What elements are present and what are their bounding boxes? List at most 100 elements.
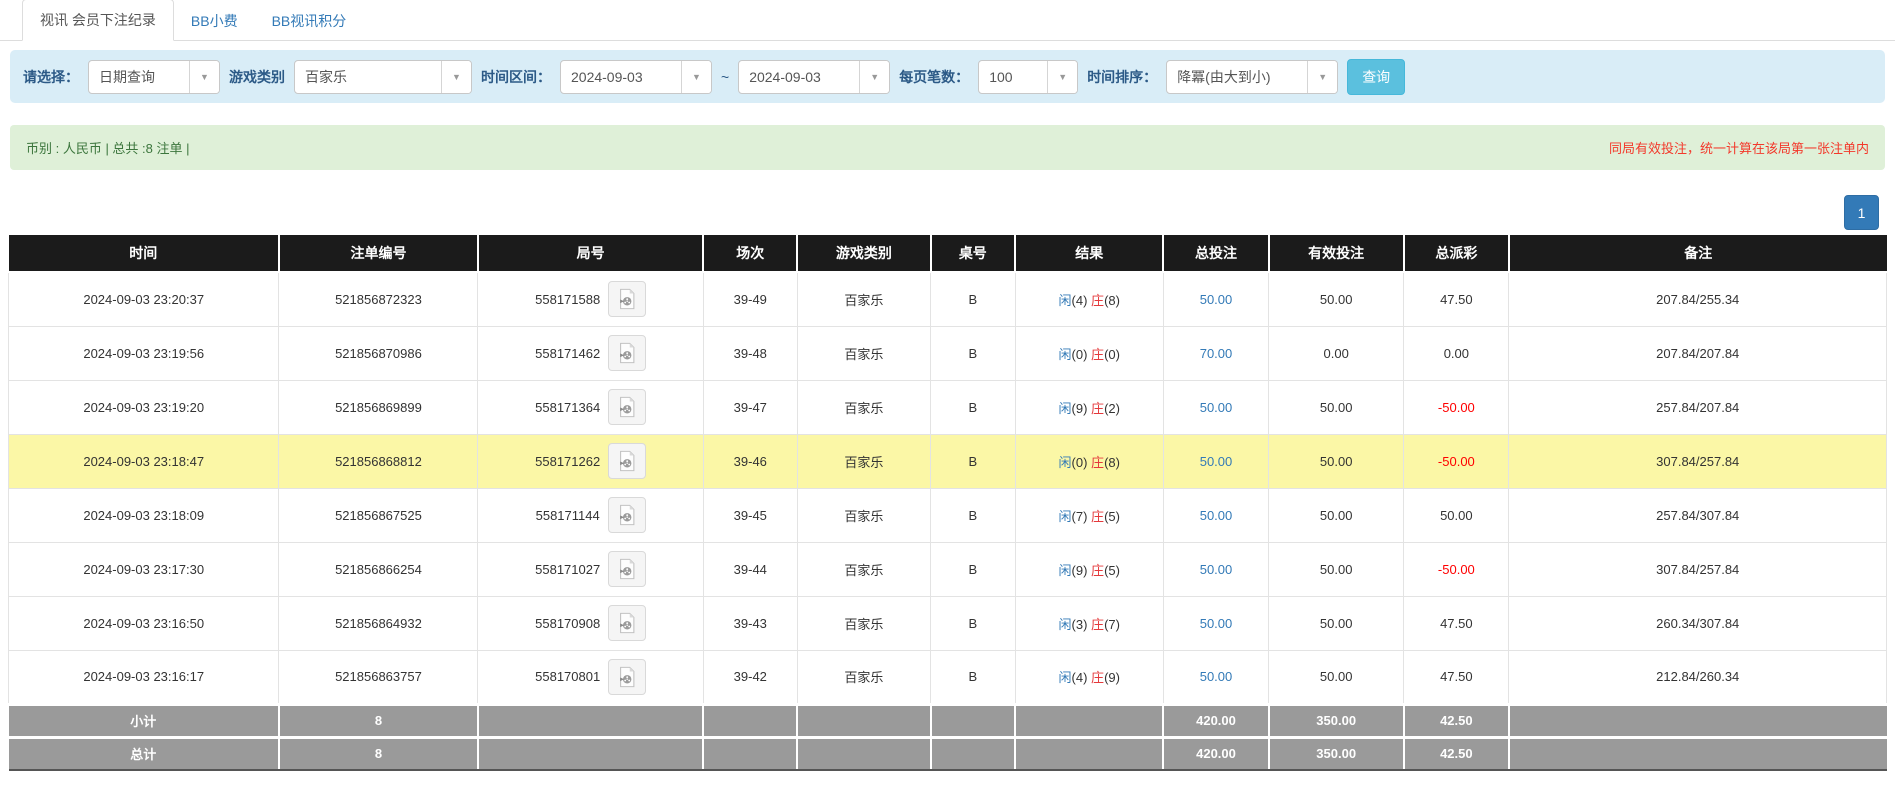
per-page-select[interactable]: 100 ▼ bbox=[978, 60, 1078, 94]
table-row: 2024-09-03 23:18:47 521856868812 5581712… bbox=[9, 434, 1887, 488]
bet-records-table: 时间注单编号局号场次游戏类别桌号结果总投注有效投注总派彩备注 2024-09-0… bbox=[8, 235, 1887, 771]
total-bet-cell: 50.00 bbox=[1163, 596, 1268, 650]
chevron-down-icon: ▼ bbox=[189, 61, 219, 93]
video-replay-button[interactable] bbox=[608, 443, 646, 479]
payout: -50.00 bbox=[1404, 380, 1509, 434]
game-type-cell: 百家乐 bbox=[797, 272, 930, 326]
result-cell: 闲(0) 庄(8) bbox=[1015, 434, 1163, 488]
result-cell: 闲(4) 庄(9) bbox=[1015, 650, 1163, 704]
table-number: B bbox=[931, 326, 1016, 380]
total-bet-link[interactable]: 50.00 bbox=[1200, 508, 1233, 523]
tab-video-bet-records[interactable]: 视讯 会员下注纪录 bbox=[22, 0, 174, 41]
bet-records-table-wrap: 时间注单编号局号场次游戏类别桌号结果总投注有效投注总派彩备注 2024-09-0… bbox=[8, 235, 1887, 771]
column-header: 桌号 bbox=[931, 235, 1016, 272]
total-bet-link[interactable]: 70.00 bbox=[1200, 346, 1233, 361]
date-to-value: 2024-09-03 bbox=[739, 61, 859, 93]
result-player-value: (7) bbox=[1072, 509, 1088, 524]
note: 207.84/255.34 bbox=[1509, 272, 1887, 326]
round-cell: 558171262 bbox=[478, 434, 703, 488]
valid-bet: 50.00 bbox=[1269, 596, 1404, 650]
date-to-select[interactable]: 2024-09-03 ▼ bbox=[738, 60, 890, 94]
tab-bar: 视讯 会员下注纪录 BB小费 BB视讯积分 bbox=[0, 0, 1895, 41]
round-cell: 558171144 bbox=[478, 488, 703, 542]
video-replay-icon bbox=[616, 396, 638, 418]
bet-time: 2024-09-03 23:18:09 bbox=[9, 488, 279, 542]
time-sort-value: 降冪(由大到小) bbox=[1167, 61, 1307, 93]
video-replay-button[interactable] bbox=[608, 281, 646, 317]
game-type-cell: 百家乐 bbox=[797, 542, 930, 596]
game-type-cell: 百家乐 bbox=[797, 434, 930, 488]
valid-bet: 0.00 bbox=[1269, 326, 1404, 380]
video-replay-button[interactable] bbox=[608, 659, 646, 695]
payout: 0.00 bbox=[1404, 326, 1509, 380]
video-replay-button[interactable] bbox=[608, 389, 646, 425]
chevron-down-icon: ▼ bbox=[1307, 61, 1337, 93]
table-row: 2024-09-03 23:20:37 521856872323 5581715… bbox=[9, 272, 1887, 326]
round-number: 558171027 bbox=[535, 562, 600, 577]
total-bet-link[interactable]: 50.00 bbox=[1200, 616, 1233, 631]
valid-bet: 50.00 bbox=[1269, 488, 1404, 542]
session-number: 39-44 bbox=[703, 542, 797, 596]
result-banker-value: (5) bbox=[1104, 509, 1120, 524]
video-replay-icon bbox=[616, 558, 638, 580]
video-replay-button[interactable] bbox=[608, 497, 646, 533]
table-header-row: 时间注单编号局号场次游戏类别桌号结果总投注有效投注总派彩备注 bbox=[9, 235, 1887, 272]
table-number: B bbox=[931, 596, 1016, 650]
bet-time: 2024-09-03 23:17:30 bbox=[9, 542, 279, 596]
total-bet-link[interactable]: 50.00 bbox=[1200, 400, 1233, 415]
total-bet-link[interactable]: 50.00 bbox=[1200, 562, 1233, 577]
result-banker: 庄 bbox=[1091, 563, 1104, 578]
note: 307.84/257.84 bbox=[1509, 434, 1887, 488]
game-type-select[interactable]: 百家乐 ▼ bbox=[294, 60, 472, 94]
game-type-cell: 百家乐 bbox=[797, 326, 930, 380]
summary-total-bet: 420.00 bbox=[1163, 737, 1268, 770]
result-banker: 庄 bbox=[1091, 455, 1104, 470]
video-replay-icon bbox=[616, 450, 638, 472]
result-banker-value: (5) bbox=[1104, 563, 1120, 578]
query-type-value: 日期查询 bbox=[89, 61, 189, 93]
tab-bb-video-points[interactable]: BB视讯积分 bbox=[255, 1, 364, 41]
video-replay-button[interactable] bbox=[608, 551, 646, 587]
pagination: 1 bbox=[16, 195, 1879, 230]
round-cell: 558171027 bbox=[478, 542, 703, 596]
result-banker-value: (7) bbox=[1104, 617, 1120, 632]
video-replay-icon bbox=[616, 612, 638, 634]
video-replay-icon bbox=[616, 666, 638, 688]
session-number: 39-43 bbox=[703, 596, 797, 650]
payout: -50.00 bbox=[1404, 434, 1509, 488]
session-number: 39-46 bbox=[703, 434, 797, 488]
table-row: 2024-09-03 23:16:17 521856863757 5581708… bbox=[9, 650, 1887, 704]
video-replay-button[interactable] bbox=[608, 335, 646, 371]
date-from-select[interactable]: 2024-09-03 ▼ bbox=[560, 60, 712, 94]
column-header: 时间 bbox=[9, 235, 279, 272]
game-type-cell: 百家乐 bbox=[797, 650, 930, 704]
total-bet-link[interactable]: 50.00 bbox=[1200, 292, 1233, 307]
result-player-value: (0) bbox=[1072, 455, 1088, 470]
result-player-value: (9) bbox=[1072, 401, 1088, 416]
time-sort-select[interactable]: 降冪(由大到小) ▼ bbox=[1166, 60, 1338, 94]
result-player: 闲 bbox=[1059, 617, 1072, 632]
round-cell: 558171364 bbox=[478, 380, 703, 434]
video-replay-button[interactable] bbox=[608, 605, 646, 641]
query-type-select[interactable]: 日期查询 ▼ bbox=[88, 60, 220, 94]
query-button[interactable]: 查询 bbox=[1347, 59, 1405, 95]
total-bet-link[interactable]: 50.00 bbox=[1200, 454, 1233, 469]
payout: 47.50 bbox=[1404, 272, 1509, 326]
total-bet-link[interactable]: 50.00 bbox=[1200, 669, 1233, 684]
bet-number: 521856866254 bbox=[279, 542, 478, 596]
result-banker: 庄 bbox=[1091, 617, 1104, 632]
session-number: 39-48 bbox=[703, 326, 797, 380]
bet-number: 521856869899 bbox=[279, 380, 478, 434]
summary-count: 8 bbox=[279, 737, 478, 770]
table-row: 2024-09-03 23:16:50 521856864932 5581709… bbox=[9, 596, 1887, 650]
game-type-cell: 百家乐 bbox=[797, 380, 930, 434]
result-player: 闲 bbox=[1059, 509, 1072, 524]
page-1-button[interactable]: 1 bbox=[1844, 195, 1879, 230]
tab-bb-tips[interactable]: BB小费 bbox=[174, 1, 255, 41]
result-player-value: (9) bbox=[1072, 563, 1088, 578]
round-cell: 558171588 bbox=[478, 272, 703, 326]
video-replay-icon bbox=[616, 504, 638, 526]
query-type-label: 请选择： bbox=[23, 67, 79, 87]
per-page-value: 100 bbox=[979, 61, 1047, 93]
chevron-down-icon: ▼ bbox=[681, 61, 711, 93]
